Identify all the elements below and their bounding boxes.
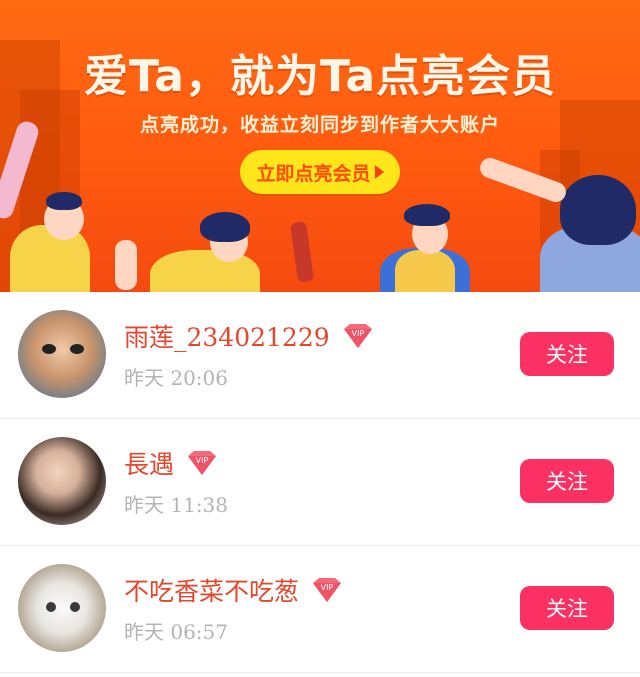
timestamp: 昨天 06:57 xyxy=(124,620,228,644)
svg-text:VIP: VIP xyxy=(196,456,209,465)
list-item[interactable]: 雨莲_234021229 VIP 昨天 20:06 关注 xyxy=(0,292,640,419)
avatar[interactable] xyxy=(18,564,106,652)
user-name[interactable]: 雨莲_234021229 xyxy=(124,318,330,354)
follow-button[interactable]: 关注 xyxy=(520,459,614,503)
svg-text:VIP: VIP xyxy=(321,583,334,592)
svg-text:VIP: VIP xyxy=(351,329,364,338)
follower-list: 雨莲_234021229 VIP 昨天 20:06 关注 長遇 VIP 昨天 1… xyxy=(0,292,640,673)
user-name[interactable]: 不吃香菜不吃葱 xyxy=(124,572,299,608)
avatar[interactable] xyxy=(18,310,106,398)
avatar[interactable] xyxy=(18,437,106,525)
play-arrow-icon xyxy=(374,165,384,179)
cta-label: 立即点亮会员 xyxy=(256,162,371,185)
vip-badge-icon: VIP xyxy=(184,450,220,476)
vip-badge-icon: VIP xyxy=(340,323,376,349)
follow-button[interactable]: 关注 xyxy=(520,586,614,630)
list-item[interactable]: 不吃香菜不吃葱 VIP 昨天 06:57 关注 xyxy=(0,546,640,673)
timestamp: 昨天 11:38 xyxy=(124,493,228,517)
vip-promo-banner[interactable]: 爱Ta，就为Ta点亮会员 点亮成功，收益立刻同步到作者大大账户 立即点亮会员 xyxy=(0,0,640,292)
follow-button[interactable]: 关注 xyxy=(520,332,614,376)
timestamp: 昨天 20:06 xyxy=(124,366,228,390)
banner-subtitle: 点亮成功，收益立刻同步到作者大大账户 xyxy=(139,114,500,136)
list-item[interactable]: 長遇 VIP 昨天 11:38 关注 xyxy=(0,419,640,546)
activate-vip-button[interactable]: 立即点亮会员 xyxy=(240,150,400,194)
vip-badge-icon: VIP xyxy=(309,577,345,603)
banner-title: 爱Ta，就为Ta点亮会员 xyxy=(83,51,557,102)
user-name[interactable]: 長遇 xyxy=(124,445,174,481)
